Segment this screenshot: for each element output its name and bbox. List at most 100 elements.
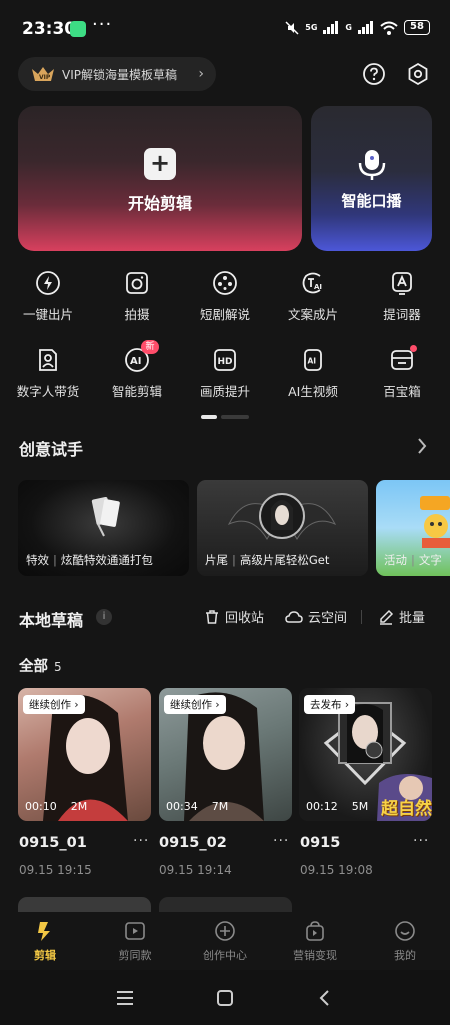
back-icon[interactable] bbox=[318, 989, 330, 1007]
signal-bars-icon bbox=[323, 21, 339, 34]
template-icon bbox=[125, 922, 145, 940]
tool-camera[interactable]: 拍摄 bbox=[92, 270, 182, 323]
battery-indicator: 58 bbox=[404, 20, 430, 35]
publish-tag[interactable]: 去发布 › bbox=[304, 695, 356, 714]
scissors-icon bbox=[38, 922, 50, 941]
cloud-space-label: 云空间 bbox=[308, 611, 348, 626]
help-icon[interactable] bbox=[362, 62, 386, 86]
svg-text:AI: AI bbox=[308, 357, 317, 366]
status-more-dots: ··· bbox=[92, 14, 113, 35]
tool-ai-edit[interactable]: AI 智能剪辑 bbox=[92, 347, 182, 400]
digital-human-icon bbox=[39, 349, 57, 371]
bag-icon bbox=[306, 921, 324, 941]
ai-video-icon: AI bbox=[304, 349, 322, 371]
tool-quality[interactable]: HD 画质提升 bbox=[180, 347, 270, 400]
draft-date: 09.15 19:14 bbox=[159, 863, 232, 877]
tool-label: 数字人带货 bbox=[16, 384, 80, 399]
filter-all-label: 全部 bbox=[19, 659, 48, 675]
draft-name: 0915 bbox=[300, 835, 341, 851]
tool-label: 文案成片 bbox=[287, 307, 338, 322]
draft-thumbnail[interactable]: 继续创作 › 00:10 2M bbox=[18, 688, 151, 821]
microphone-icon bbox=[358, 150, 386, 180]
winged-portrait-art bbox=[227, 493, 337, 540]
draft-thumbnail[interactable]: 去发布 › 00:12 5M 超自然 bbox=[299, 688, 432, 821]
vip-banner[interactable]: VIP VIP解锁海量模板草稿 › bbox=[18, 57, 216, 91]
creative-tile-ending[interactable]: 片尾 | 高级片尾轻松Get bbox=[197, 480, 368, 576]
settings-icon[interactable] bbox=[406, 62, 430, 86]
nav-item-template[interactable]: 剪同款 bbox=[90, 920, 180, 963]
bottom-nav: 剪辑 剪同款 创作中心 营销变现 我的 bbox=[0, 912, 450, 970]
hd-icon: HD bbox=[214, 349, 236, 371]
vip-crown-icon: VIP bbox=[32, 67, 54, 81]
thumb-meta: 00:34 7M bbox=[166, 800, 229, 813]
nav-label: 我的 bbox=[394, 949, 416, 962]
signal-5g-label: 5G bbox=[305, 23, 318, 32]
batch-button[interactable]: 批量 bbox=[378, 607, 425, 626]
tool-drama[interactable]: 短剧解说 bbox=[180, 270, 270, 323]
page-indicator bbox=[221, 415, 249, 419]
page-indicator-active bbox=[201, 415, 217, 419]
home-icon[interactable] bbox=[216, 989, 234, 1007]
tool-digital-human[interactable]: 数字人带货 bbox=[3, 347, 93, 400]
prompter-icon bbox=[392, 272, 412, 295]
nav-item-creator[interactable]: 创作中心 bbox=[180, 920, 270, 963]
start-edit-card[interactable]: + 开始剪辑 bbox=[18, 106, 302, 251]
nav-label: 营销变现 bbox=[293, 949, 337, 962]
camera-icon bbox=[126, 272, 148, 294]
batch-label: 批量 bbox=[399, 611, 426, 626]
start-edit-label: 开始剪辑 bbox=[127, 194, 192, 213]
thumb-meta: 00:10 2M bbox=[25, 800, 88, 813]
text-ai-icon: AI bbox=[302, 272, 322, 294]
new-badge: 新 bbox=[141, 340, 159, 354]
trash-icon bbox=[206, 609, 218, 624]
draft-name: 0915_02 bbox=[159, 835, 227, 851]
chevron-right-icon[interactable] bbox=[416, 437, 428, 455]
cloud-space-button[interactable]: 云空间 bbox=[285, 607, 347, 626]
tool-label: 百宝箱 bbox=[383, 384, 421, 399]
filter-all[interactable]: 全部 5 bbox=[19, 655, 62, 676]
creative-tile-activity[interactable]: 活动 | 文字 bbox=[376, 480, 450, 576]
film-reel-icon bbox=[213, 271, 237, 295]
tile-caption: 活动 | 文字 bbox=[384, 553, 442, 567]
smart-broadcast-label: 智能口播 bbox=[341, 192, 402, 210]
recycle-bin-button[interactable]: 回收站 bbox=[204, 607, 264, 626]
recycle-bin-label: 回收站 bbox=[225, 611, 265, 626]
tool-label: 拍摄 bbox=[124, 307, 150, 322]
vip-banner-text: VIP解锁海量模板草稿 bbox=[62, 67, 177, 82]
profile-icon bbox=[395, 921, 415, 941]
svg-text:HD: HD bbox=[218, 357, 233, 367]
draft-thumbnail[interactable]: 继续创作 › 00:34 7M bbox=[159, 688, 292, 821]
menu-icon[interactable] bbox=[116, 990, 134, 1006]
svg-text:AI: AI bbox=[314, 283, 322, 291]
nav-item-marketing[interactable]: 营销变现 bbox=[270, 920, 360, 963]
lightning-icon bbox=[36, 271, 60, 295]
smart-broadcast-card[interactable]: 智能口播 bbox=[311, 106, 432, 251]
tool-text-to-video[interactable]: AI 文案成片 bbox=[268, 270, 358, 323]
status-indicators: 5G G 58 bbox=[285, 20, 430, 35]
draft-thumbnail-partial bbox=[159, 897, 292, 912]
nav-item-edit[interactable]: 剪辑 bbox=[0, 920, 90, 963]
draft-thumbnail-partial bbox=[18, 897, 151, 912]
tool-label: 提词器 bbox=[383, 307, 421, 322]
tool-prompter[interactable]: 提词器 bbox=[357, 270, 447, 323]
tool-ai-video[interactable]: AI AI生视频 bbox=[268, 347, 358, 400]
continue-edit-tag[interactable]: 继续创作 › bbox=[164, 695, 226, 714]
tool-label: 画质提升 bbox=[199, 384, 250, 399]
creator-icon bbox=[215, 921, 235, 941]
more-icon[interactable]: ··· bbox=[133, 833, 149, 849]
tool-label: 智能剪辑 bbox=[111, 384, 162, 399]
tool-toolbox[interactable]: 百宝箱 bbox=[357, 347, 447, 400]
info-icon[interactable]: i bbox=[96, 609, 112, 625]
signal-g-label: G bbox=[345, 23, 352, 32]
tile-caption: 特效 | 炫酷特效通通打包 bbox=[26, 553, 153, 567]
nav-item-profile[interactable]: 我的 bbox=[360, 920, 450, 963]
creative-tile-effects[interactable]: 特效 | 炫酷特效通通打包 bbox=[18, 480, 189, 576]
tool-one-click[interactable]: 一键出片 bbox=[3, 270, 93, 323]
tool-label: 短剧解说 bbox=[199, 307, 250, 322]
cards-art bbox=[91, 496, 120, 537]
continue-edit-tag[interactable]: 继续创作 › bbox=[23, 695, 85, 714]
more-icon[interactable]: ··· bbox=[273, 833, 289, 849]
draft-date: 09.15 19:08 bbox=[300, 863, 373, 877]
overlay-sticker-text: 超自然 bbox=[381, 799, 432, 819]
more-icon[interactable]: ··· bbox=[413, 833, 429, 849]
